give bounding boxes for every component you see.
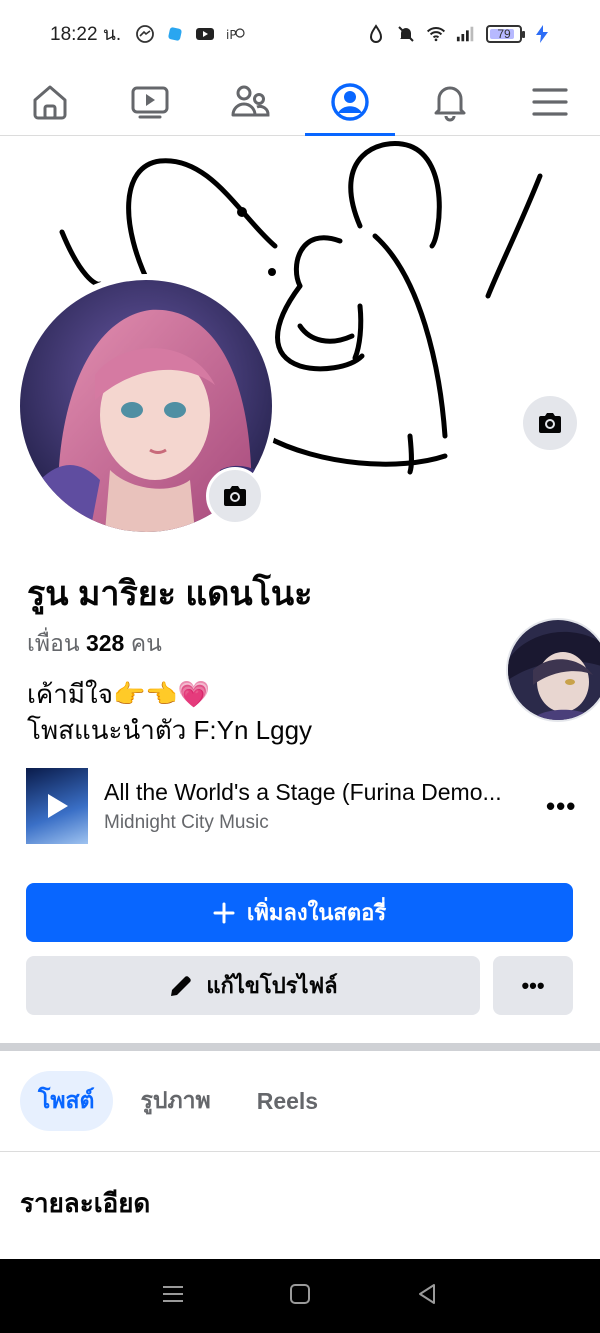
music-title: All the World's a Stage (Furina Demo...	[104, 778, 502, 805]
friends-icon	[231, 85, 270, 116]
status-system-icons: 79	[366, 24, 552, 44]
music-info: All the World's a Stage (Furina Demo... …	[104, 779, 546, 834]
ip-icon: iP	[225, 24, 245, 44]
system-nav-bar	[0, 1259, 600, 1333]
recent-apps-icon	[163, 1285, 184, 1302]
edit-profile-label: แก้ไขโปรไฟล์	[206, 973, 338, 998]
svg-text:iP: iP	[226, 28, 237, 42]
home-icon	[33, 85, 67, 119]
music-artist: Midnight City Music	[104, 811, 269, 833]
tab-profile[interactable]	[300, 68, 400, 136]
mute-icon	[396, 24, 416, 44]
tabs-border	[0, 1151, 600, 1152]
profile-more-button[interactable]: •••	[493, 956, 573, 1015]
cover-camera-button[interactable]	[523, 396, 577, 450]
bell-icon	[434, 86, 466, 121]
battery-icon: 79	[486, 25, 525, 43]
status-bar: 18:22 น. iP 79	[0, 0, 600, 68]
wifi-icon	[426, 24, 446, 44]
friends-suffix: คน	[130, 630, 162, 656]
avatar-camera-button[interactable]	[206, 467, 264, 525]
video-icon	[131, 86, 169, 118]
app-icon	[165, 24, 185, 44]
play-icon	[48, 794, 68, 818]
edit-profile-button[interactable]: แก้ไขโปรไฟล์	[26, 956, 480, 1015]
friends-label: เพื่อน	[27, 630, 80, 656]
battery-level: 79	[497, 27, 511, 41]
camera-icon	[539, 413, 561, 433]
top-nav	[0, 68, 600, 136]
profile-name: รูน มาริยะ แดนโนะ	[27, 575, 313, 613]
status-notification-icons: iP	[135, 24, 245, 44]
music-thumbnail[interactable]	[26, 768, 88, 844]
profile-bio: เค้ามีใจ👉👈💗 โพสแนะนำตัว F:Yn Lggy	[27, 676, 312, 748]
status-time: 18:22 น.	[50, 24, 122, 45]
tab-home[interactable]	[0, 68, 100, 135]
recent-apps-button[interactable]	[161, 1282, 185, 1311]
profile-icon	[331, 82, 369, 121]
home-square-icon	[289, 1283, 310, 1304]
bio-line-1: เค้ามีใจ👉👈💗	[27, 679, 211, 709]
back-button[interactable]	[415, 1282, 439, 1311]
music-more-button[interactable]: •••	[546, 791, 576, 822]
back-triangle-icon	[418, 1283, 435, 1304]
tab-notifications[interactable]	[400, 68, 500, 135]
charging-icon	[532, 24, 552, 44]
friends-count: 328	[85, 630, 125, 656]
menu-icon	[532, 87, 568, 116]
water-drop-icon	[366, 24, 386, 44]
pencil-icon	[171, 975, 192, 996]
add-story-button[interactable]: เพิ่มลงในสตอรี่	[26, 883, 573, 942]
profile-music[interactable]: All the World's a Stage (Furina Demo... …	[26, 768, 576, 844]
messenger-icon	[135, 24, 155, 44]
camera-icon	[224, 486, 246, 506]
plus-icon	[213, 902, 235, 923]
friends-count-line[interactable]: เพื่อน 328 คน	[27, 626, 162, 662]
section-divider	[0, 1043, 600, 1051]
tab-reels[interactable]: Reels	[239, 1071, 336, 1131]
tab-video[interactable]	[100, 68, 200, 135]
home-system-button[interactable]	[288, 1282, 312, 1311]
tab-friends[interactable]	[200, 68, 300, 135]
signal-icon	[456, 24, 476, 44]
add-story-label: เพิ่มลงในสตอรี่	[246, 900, 387, 925]
bio-line-2: โพสแนะนำตัว F:Yn Lggy	[27, 715, 313, 745]
featured-avatar-image	[508, 620, 600, 720]
tab-photos[interactable]: รูปภาพ	[123, 1071, 229, 1131]
details-heading: รายละเอียด	[20, 1188, 151, 1218]
tab-posts[interactable]: โพสต์	[20, 1071, 113, 1131]
featured-avatar[interactable]	[506, 618, 600, 722]
tab-menu[interactable]	[500, 68, 600, 135]
profile-content-tabs: โพสต์ รูปภาพ Reels	[20, 1071, 336, 1131]
youtube-icon	[195, 24, 215, 44]
